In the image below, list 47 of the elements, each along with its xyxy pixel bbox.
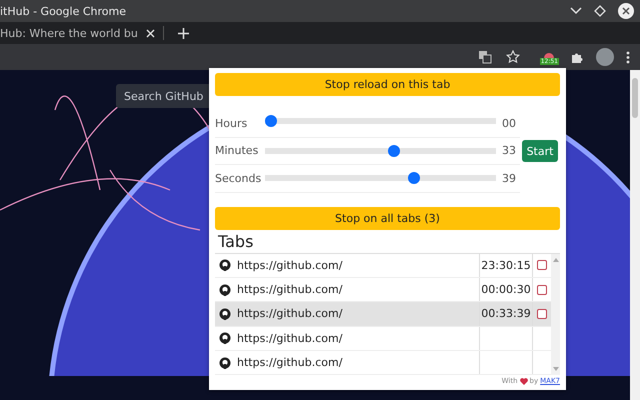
slider-thumb[interactable] bbox=[265, 115, 277, 128]
start-button[interactable]: Start bbox=[522, 140, 558, 162]
tab-url: https://github.com/ bbox=[237, 356, 342, 370]
checkbox[interactable] bbox=[537, 260, 547, 270]
maximize-icon[interactable] bbox=[594, 5, 606, 17]
tab-url: https://github.com/ bbox=[237, 332, 342, 345]
stop-all-button[interactable]: Stop on all tabs (3) bbox=[215, 206, 560, 230]
github-icon bbox=[219, 284, 231, 296]
puzzle-icon[interactable] bbox=[571, 50, 584, 64]
tab-url: https://github.com/ bbox=[237, 258, 342, 272]
timer-label: Hours bbox=[215, 116, 248, 130]
github-icon bbox=[219, 259, 231, 272]
profile-avatar[interactable] bbox=[596, 48, 614, 66]
tab-row[interactable]: https://github.com/ bbox=[215, 326, 551, 352]
new-tab-icon[interactable] bbox=[178, 28, 189, 38]
minimize-icon[interactable] bbox=[570, 7, 582, 15]
timer-label: Seconds bbox=[215, 172, 259, 185]
timer-value: 00 bbox=[502, 116, 517, 130]
stop-reload-button[interactable]: Stop reload on this tab bbox=[215, 73, 560, 96]
translate-icon[interactable] bbox=[478, 50, 492, 64]
tab-row[interactable]: https://github.com/ 00:33:39 bbox=[215, 302, 551, 327]
tab-row[interactable]: https://github.com/ 23:30:15 bbox=[215, 254, 551, 278]
close-icon[interactable] bbox=[146, 28, 155, 38]
slider-thumb[interactable] bbox=[388, 144, 400, 157]
timer-label: Minutes bbox=[215, 144, 259, 158]
star-icon[interactable] bbox=[506, 50, 520, 64]
github-icon bbox=[219, 308, 231, 320]
checkbox[interactable] bbox=[537, 284, 547, 295]
tab-timer: 00:33:39 bbox=[481, 307, 531, 320]
window-title: itHub - Google Chrome bbox=[0, 4, 126, 18]
tab-row[interactable]: https://github.com/ bbox=[215, 351, 551, 376]
scrollbar[interactable] bbox=[630, 70, 640, 400]
checkbox[interactable] bbox=[537, 308, 547, 319]
menu-icon[interactable] bbox=[626, 50, 630, 64]
github-icon bbox=[219, 332, 231, 344]
slider-thumb[interactable] bbox=[408, 172, 420, 184]
tab-url: https://github.com/ bbox=[237, 307, 342, 320]
timer-value: 33 bbox=[502, 144, 517, 158]
tab-url: https://github.com/ bbox=[237, 283, 342, 296]
tab-timer: 23:30:15 bbox=[481, 258, 531, 272]
close-icon[interactable] bbox=[618, 3, 634, 19]
browser-tab[interactable]: Hub: Where the world bu bbox=[0, 26, 164, 40]
timer-value: 39 bbox=[502, 172, 517, 185]
tabs-heading: Tabs bbox=[218, 232, 254, 250]
github-icon bbox=[219, 356, 231, 369]
tab-timer: 00:00:30 bbox=[481, 283, 531, 296]
heart-icon bbox=[520, 378, 528, 384]
